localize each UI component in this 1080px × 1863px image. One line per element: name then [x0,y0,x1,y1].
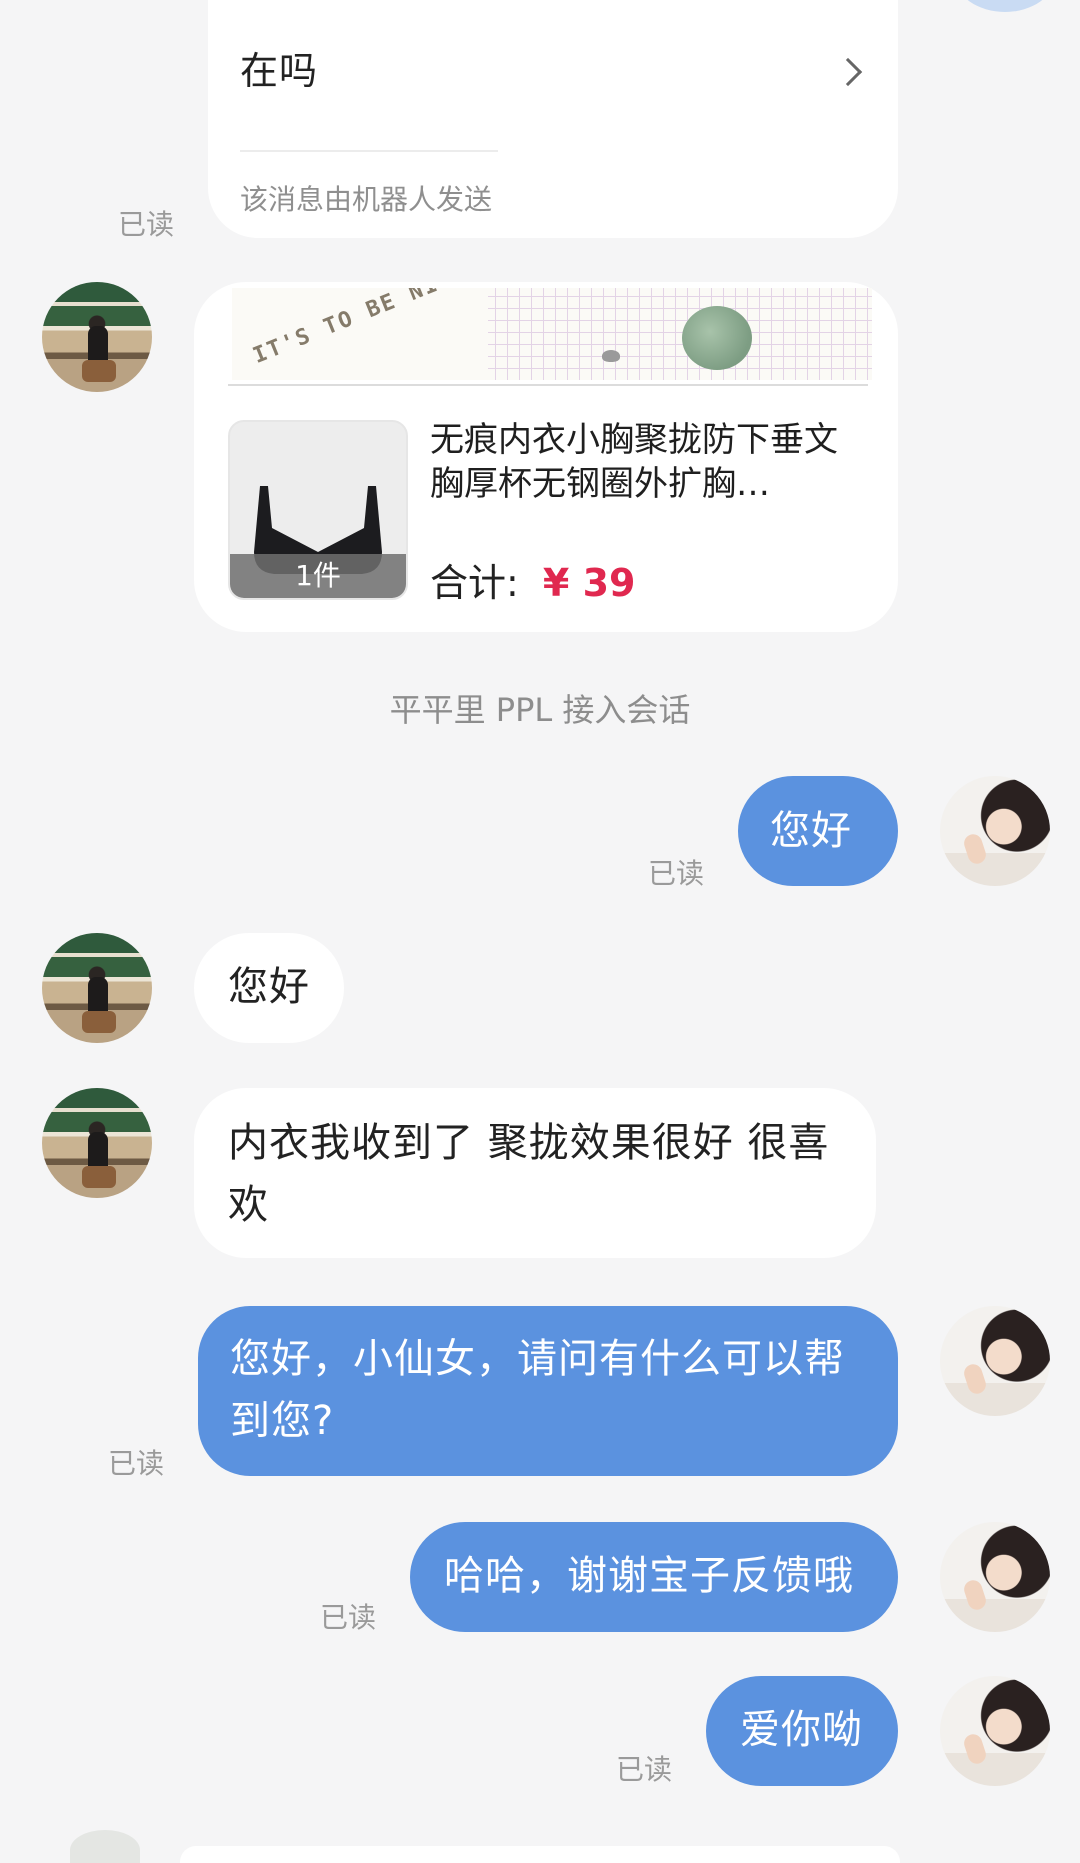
product-thumbnail[interactable]: 1件 [228,420,408,600]
agent-message-text: 哈哈，谢谢宝子反馈哦 [444,1553,854,1599]
divider [228,384,868,386]
avatar-agent[interactable] [940,1522,1050,1632]
avatar-customer[interactable] [42,1088,152,1198]
total-label: 合计: [430,561,519,605]
avatar-customer[interactable] [42,282,152,392]
bot-question-text: 在吗 [240,49,319,93]
product-quantity: 1件 [230,554,406,598]
read-status: 已读 [118,208,175,241]
banner-bird-icon [602,350,620,362]
input-area-partial[interactable] [180,1846,900,1863]
avatar-agent[interactable] [940,1676,1050,1786]
agent-message-text: 您好 [770,808,852,854]
system-note: 平平里 PPL 接入会话 [389,691,691,729]
avatar-agent[interactable] [940,1306,1050,1416]
customer-message-text: 您好 [228,964,310,1010]
avatar-customer[interactable] [42,933,152,1043]
total-price: ¥ 39 [542,561,636,605]
agent-message-text: 您好，小仙女，请问有什么可以帮到您? [230,1336,845,1444]
banner-decoration [682,306,752,370]
avatar-agent[interactable] [940,776,1050,886]
read-status: 已读 [648,857,705,890]
product-title[interactable]: 无痕内衣小胸聚拢防下垂文胸厚杯无钢圈外扩胸… [430,418,840,506]
divider [240,150,498,152]
order-card-banner: IT'S TO BE NICE [232,288,872,380]
read-status: 已读 [108,1447,165,1480]
avatar-agent-partial[interactable] [955,0,1055,12]
read-status: 已读 [320,1601,377,1634]
customer-message-text: 内衣我收到了 聚拢效果很好 很喜欢 [228,1120,830,1228]
read-status: 已读 [616,1753,673,1786]
order-total: 合计: ¥ 39 [430,552,635,607]
bot-footer-text: 该消息由机器人发送 [240,183,493,216]
next-message-partial [70,1830,140,1863]
banner-text: IT'S TO BE NICE [249,288,472,369]
agent-message-text: 爱你呦 [740,1707,863,1753]
